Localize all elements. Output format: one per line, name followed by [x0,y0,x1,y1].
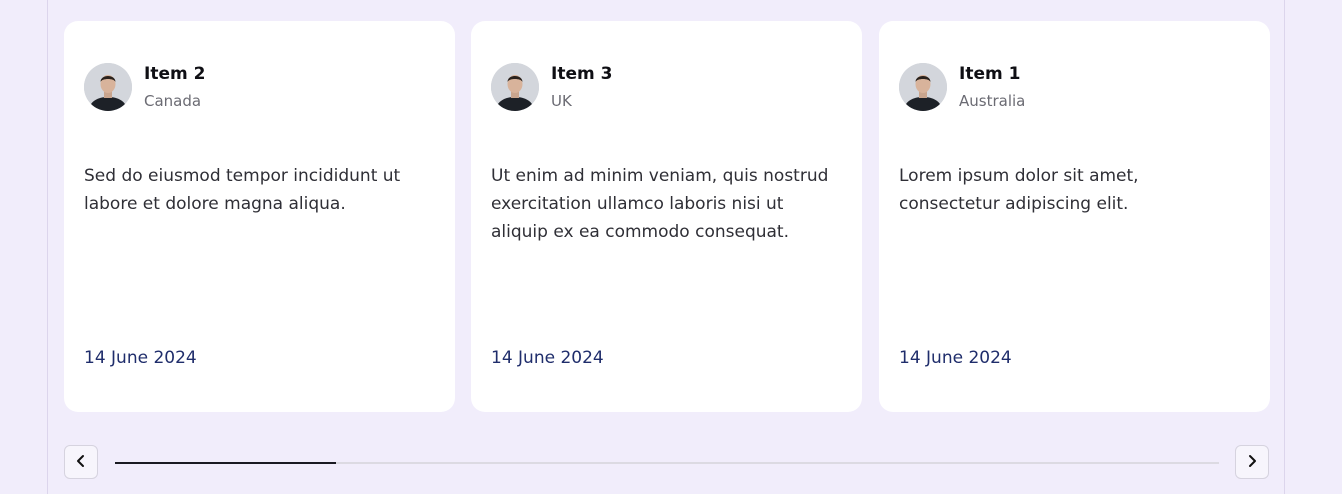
carousel-prev-button[interactable] [64,445,98,479]
chevron-left-icon [74,453,88,472]
chevron-right-icon [1245,453,1259,472]
card-date: 14 June 2024 [491,348,604,368]
carousel-next-button[interactable] [1235,445,1269,479]
card-text: Ut enim ad minim veniam, quis nostrud ex… [491,166,829,242]
avatar [491,63,539,111]
card-text: Lorem ipsum dolor sit amet, consectetur … [899,166,1139,214]
card-date: 14 June 2024 [84,348,197,368]
testimonial-card: Item 3 UK Ut enim ad minim veniam, quis … [471,21,862,412]
card-name: Item 1 [959,64,1021,84]
carousel-progress-track[interactable] [115,462,1219,464]
testimonial-card: Item 2 Canada Sed do eiusmod tempor inci… [64,21,455,412]
card-text: Sed do eiusmod tempor incididunt ut labo… [84,166,401,214]
card-country: Australia [959,92,1026,110]
testimonial-card: Item 1 Australia Lorem ipsum dolor sit a… [879,21,1270,412]
card-name: Item 2 [144,64,206,84]
avatar [84,63,132,111]
card-country: UK [551,92,572,110]
card-name: Item 3 [551,64,613,84]
card-country: Canada [144,92,202,110]
carousel-progress-fill [115,462,336,464]
avatar [899,63,947,111]
card-date: 14 June 2024 [899,348,1012,368]
